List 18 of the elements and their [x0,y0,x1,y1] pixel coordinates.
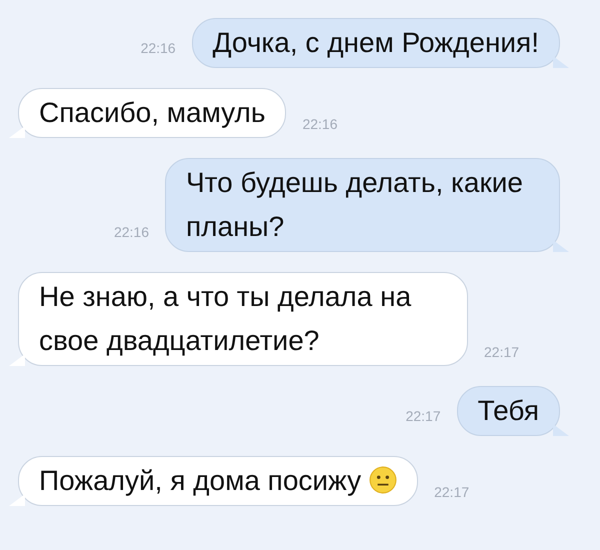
bubble-tail [9,354,25,366]
received-message: Спасибо, мамуль [18,88,286,138]
message-time: 22:17 [406,408,441,426]
received-message: Пожалуй, я дома посижу [18,456,418,506]
bubble-tail [9,126,25,138]
sent-message: Тебя [456,386,560,436]
message-time: 22:16 [140,40,176,58]
message-time: 22:16 [302,116,338,134]
sent-message: Дочка, с днем Рождения! [192,18,560,68]
message-time: 22:16 [114,224,149,242]
sent-message: Что будешь делать, какие планы? [165,158,560,252]
bubble-tail [553,56,569,68]
message-time: 22:17 [484,344,520,362]
bubble-tail [9,494,25,506]
bubble-tail [553,424,569,436]
bubble-tail [553,240,569,252]
received-message: Не знаю, а что ты делала на свое двадцатилетие? [18,272,468,366]
message-time: 22:17 [434,484,470,502]
